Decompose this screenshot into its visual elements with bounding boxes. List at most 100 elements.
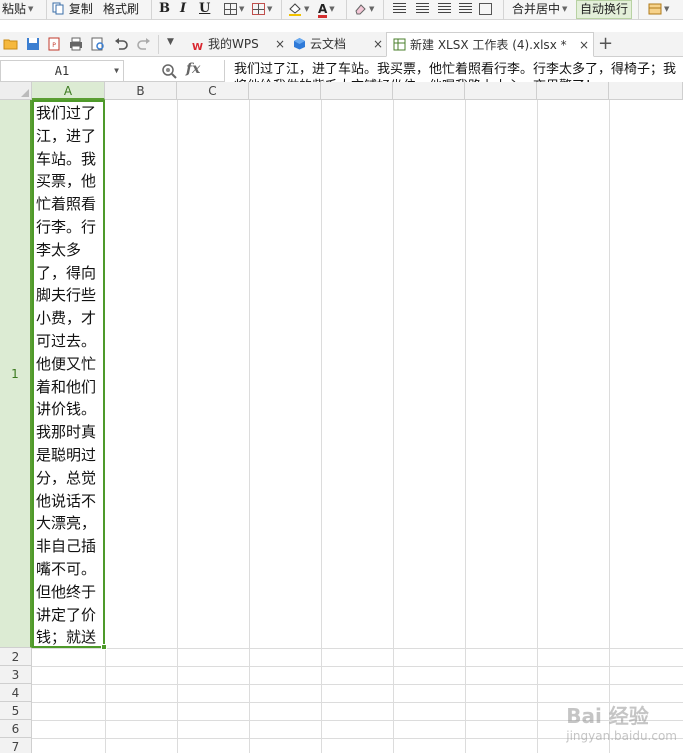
gridline [537,100,538,753]
gridline [32,666,683,667]
column-header[interactable] [393,82,465,100]
clear-format-button[interactable]: ▼ [353,1,374,18]
wrap-text-label: 自动换行 [580,2,629,16]
bold-button[interactable]: B [159,1,170,18]
column-header-b[interactable]: B [105,82,177,100]
row-header-6[interactable]: 6 [0,720,32,738]
column-header[interactable] [537,82,609,100]
align-center-button[interactable] [416,1,429,18]
cell-style-button[interactable]: ▼ [252,1,272,18]
table-style-button[interactable]: ▼ [648,1,669,18]
print-preview-icon[interactable] [90,36,106,52]
tabbar-divider [158,35,159,54]
gridline [249,100,250,753]
document-tab-bar: P ▼ W 我的WPS × 云文档 × 新建 XLSX 工作表 (4).xlsx … [0,32,683,57]
distributed-align-button[interactable] [479,1,492,18]
paste-dropdown-icon[interactable]: ▼ [28,5,33,13]
watermark-logo: Bai 经验 jingyan.baidu.com [566,700,677,743]
format-painter-button[interactable]: 格式刷 [103,1,139,18]
font-color-dropdown-icon[interactable]: ▼ [329,5,334,13]
ribbon-divider [638,0,639,20]
row-header-1[interactable]: 1 [0,100,32,648]
align-right-button[interactable] [438,1,451,18]
ribbon-toolbar: 粘贴 ▼ 复制 格式刷 B I U ▼ ▼ ▼ A ▼ ▼ 合并居中 ▼ 自动换行 ▼ [0,0,683,20]
column-header-a[interactable]: A [32,82,105,100]
export-pdf-icon[interactable]: P [46,36,62,52]
row-header-4[interactable]: 4 [0,684,32,702]
justify-icon [459,3,472,14]
align-left-icon [393,3,406,14]
cell-style-icon [252,3,265,15]
cell-style-dropdown-icon[interactable]: ▼ [267,5,272,13]
copy-button[interactable]: 复制 [52,1,93,18]
save-icon[interactable] [25,36,41,52]
name-box-dropdown-icon[interactable]: ▼ [114,61,119,81]
row-header-3[interactable]: 3 [0,666,32,684]
undo-icon[interactable] [113,36,129,52]
justify-button[interactable] [459,1,472,18]
tab-label: 云文档 [310,37,347,51]
close-tab-icon[interactable]: × [579,33,589,57]
zoom-search-icon[interactable] [161,63,177,79]
gridline [609,100,610,753]
font-color-icon: A [318,2,328,18]
wrap-text-button[interactable]: 自动换行 [576,0,633,19]
clear-format-dropdown-icon[interactable]: ▼ [369,5,374,13]
tab-my-wps[interactable]: W 我的WPS × [185,32,289,57]
spreadsheet-grid: A B C 1 2 3 4 5 6 7 我们过了江，进了车站。我买票，他忙着照看… [0,82,683,753]
ribbon-divider [46,0,47,20]
gridline [321,100,322,753]
ribbon-divider [281,0,282,20]
paste-button[interactable]: 粘贴 ▼ [2,1,33,18]
insert-function-button[interactable]: fx [186,61,200,77]
row-header-7[interactable]: 7 [0,738,32,753]
merge-center-button[interactable]: 合并居中 ▼ [512,1,567,18]
quick-access-dropdown-icon[interactable]: ▼ [167,37,174,47]
redo-icon[interactable] [136,36,152,52]
gridline [465,100,466,753]
ribbon-divider [346,0,347,20]
row-header-5[interactable]: 5 [0,702,32,720]
gridline [177,100,178,753]
print-icon[interactable] [68,36,84,52]
eraser-icon [355,4,366,15]
align-right-icon [438,3,451,14]
column-header[interactable] [321,82,393,100]
close-tab-icon[interactable]: × [275,32,285,56]
borders-dropdown-icon[interactable]: ▼ [239,5,244,13]
new-tab-button[interactable]: + [598,32,613,56]
cloud-doc-icon [293,37,306,50]
italic-button[interactable]: I [180,1,186,18]
format-painter-label: 格式刷 [103,2,140,16]
fill-color-button[interactable]: ▼ [288,1,309,18]
borders-icon [224,3,237,15]
cell-a1-selected[interactable]: 我们过了江，进了车站。我买票，他忙着照看行李。行李太多了，得向脚夫行些小费，才可… [32,100,105,648]
name-box[interactable]: A1 ▼ [0,60,124,82]
ribbon-divider [503,0,504,20]
align-left-button[interactable] [393,1,406,18]
tab-label: 我的WPS [208,37,259,51]
select-all-corner[interactable] [0,82,32,100]
tab-active-workbook[interactable]: 新建 XLSX 工作表 (4).xlsx * × [386,32,594,57]
table-style-dropdown-icon[interactable]: ▼ [664,5,669,13]
cell-reference: A1 [54,64,70,78]
tab-label: 新建 XLSX 工作表 (4).xlsx * [410,38,567,52]
column-header-c[interactable]: C [177,82,249,100]
row-header-2[interactable]: 2 [0,648,32,666]
merge-center-dropdown-icon[interactable]: ▼ [562,5,567,13]
merge-center-label: 合并居中 [512,2,561,16]
gridline [32,684,683,685]
font-color-button[interactable]: A ▼ [318,1,335,18]
column-header[interactable] [465,82,537,100]
column-header[interactable] [609,82,683,100]
column-header[interactable] [249,82,321,100]
underline-button[interactable]: U [199,1,210,18]
fill-color-dropdown-icon[interactable]: ▼ [304,5,309,13]
align-center-icon [416,3,429,14]
borders-button[interactable]: ▼ [224,1,244,18]
open-folder-icon[interactable] [3,36,19,52]
fill-bucket-icon [289,3,301,16]
tab-cloud-docs[interactable]: 云文档 × [287,32,387,57]
fill-handle[interactable] [101,644,107,650]
close-tab-icon[interactable]: × [373,32,383,56]
